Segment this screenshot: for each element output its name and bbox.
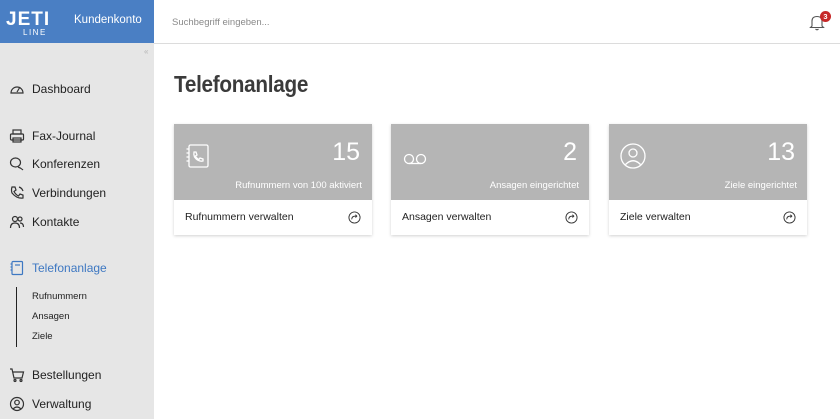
phonebook-icon xyxy=(186,144,209,168)
card-header: 2 Ansagen eingerichtet xyxy=(391,124,589,200)
card-count: 15 xyxy=(332,138,360,166)
user-circle-icon xyxy=(620,143,646,169)
sidebar-item-dashboard[interactable]: Dashboard xyxy=(8,79,91,99)
sidebar-item-label: Verbindungen xyxy=(32,186,107,200)
subnav: Rufnummern Ansagen Ziele xyxy=(16,287,126,347)
cart-icon xyxy=(8,366,26,384)
printer-icon xyxy=(8,127,26,145)
app-name: Kundenkonto xyxy=(74,14,142,26)
subnav-item-rufnummern[interactable]: Rufnummern xyxy=(32,291,87,302)
card-ansagen: 2 Ansagen eingerichtet Ansagen verwalten xyxy=(391,124,589,235)
sidebar-item-telefonanlage[interactable]: Telefonanlage xyxy=(8,258,107,278)
users-icon xyxy=(8,213,26,231)
brand-header[interactable]: JETI LINE Kundenkonto xyxy=(0,0,154,43)
manage-rufnummern-link[interactable]: Rufnummern verwalten xyxy=(174,200,372,235)
user-circle-icon xyxy=(8,395,26,413)
card-description: Ziele eingerichtet xyxy=(724,180,797,191)
card-link-label: Ansagen verwalten xyxy=(402,211,492,223)
sidebar-item-kontakte[interactable]: Kontakte xyxy=(8,212,79,232)
card-rufnummern: 15 Rufnummern von 100 aktiviert Rufnumme… xyxy=(174,124,372,235)
svg-text:LINE: LINE xyxy=(23,28,47,36)
subnav-item-ziele[interactable]: Ziele xyxy=(32,331,53,342)
sidebar-item-label: Fax-Journal xyxy=(32,129,96,143)
manage-ziele-link[interactable]: Ziele verwalten xyxy=(609,200,807,235)
card-description: Rufnummern von 100 aktiviert xyxy=(235,180,362,191)
sidebar-item-label: Dashboard xyxy=(32,82,91,96)
phone-icon xyxy=(8,184,26,202)
arrow-circle-right-icon xyxy=(348,211,361,224)
search-input[interactable] xyxy=(172,13,472,31)
topbar: 3 xyxy=(154,0,840,44)
arrow-circle-right-icon xyxy=(565,211,578,224)
sidebar-item-verwaltung[interactable]: Verwaltung xyxy=(8,394,91,414)
card-ziele: 13 Ziele eingerichtet Ziele verwalten xyxy=(609,124,807,235)
card-link-label: Ziele verwalten xyxy=(620,211,691,223)
jetiline-logo: JETI LINE xyxy=(6,9,50,36)
sidebar-item-label: Bestellungen xyxy=(32,368,102,382)
sidebar-item-label: Konferenzen xyxy=(32,157,101,171)
collapse-sidebar-button[interactable]: « xyxy=(144,47,148,56)
sidebar-item-fax-journal[interactable]: Fax-Journal xyxy=(8,126,95,146)
sidebar-item-label: Verwaltung xyxy=(32,397,92,411)
page-title: Telefonanlage xyxy=(174,71,309,97)
card-count: 2 xyxy=(563,138,577,166)
sidebar: JETI LINE Kundenkonto « Dashboard Fax-Jo… xyxy=(0,0,154,419)
sidebar-item-bestellungen[interactable]: Bestellungen xyxy=(8,365,101,385)
card-description: Ansagen eingerichtet xyxy=(489,180,579,191)
sidebar-item-label: Kontakte xyxy=(32,215,80,229)
svg-text:JETI: JETI xyxy=(6,9,50,30)
subnav-item-ansagen[interactable]: Ansagen xyxy=(32,311,70,322)
card-count: 13 xyxy=(767,138,795,166)
sidebar-item-konferenzen[interactable]: Konferenzen xyxy=(8,154,100,174)
sidebar-item-verbindungen[interactable]: Verbindungen xyxy=(8,183,106,203)
voicemail-icon xyxy=(403,153,427,165)
manage-ansagen-link[interactable]: Ansagen verwalten xyxy=(391,200,589,235)
notification-badge: 3 xyxy=(820,11,831,22)
card-link-label: Rufnummern verwalten xyxy=(185,211,294,223)
phonebook-icon xyxy=(8,259,26,277)
chat-icon xyxy=(8,155,26,173)
arrow-circle-right-icon xyxy=(783,211,796,224)
card-header: 13 Ziele eingerichtet xyxy=(609,124,807,200)
card-header: 15 Rufnummern von 100 aktiviert xyxy=(174,124,372,200)
sidebar-item-label: Telefonanlage xyxy=(32,261,107,275)
gauge-icon xyxy=(8,80,26,98)
